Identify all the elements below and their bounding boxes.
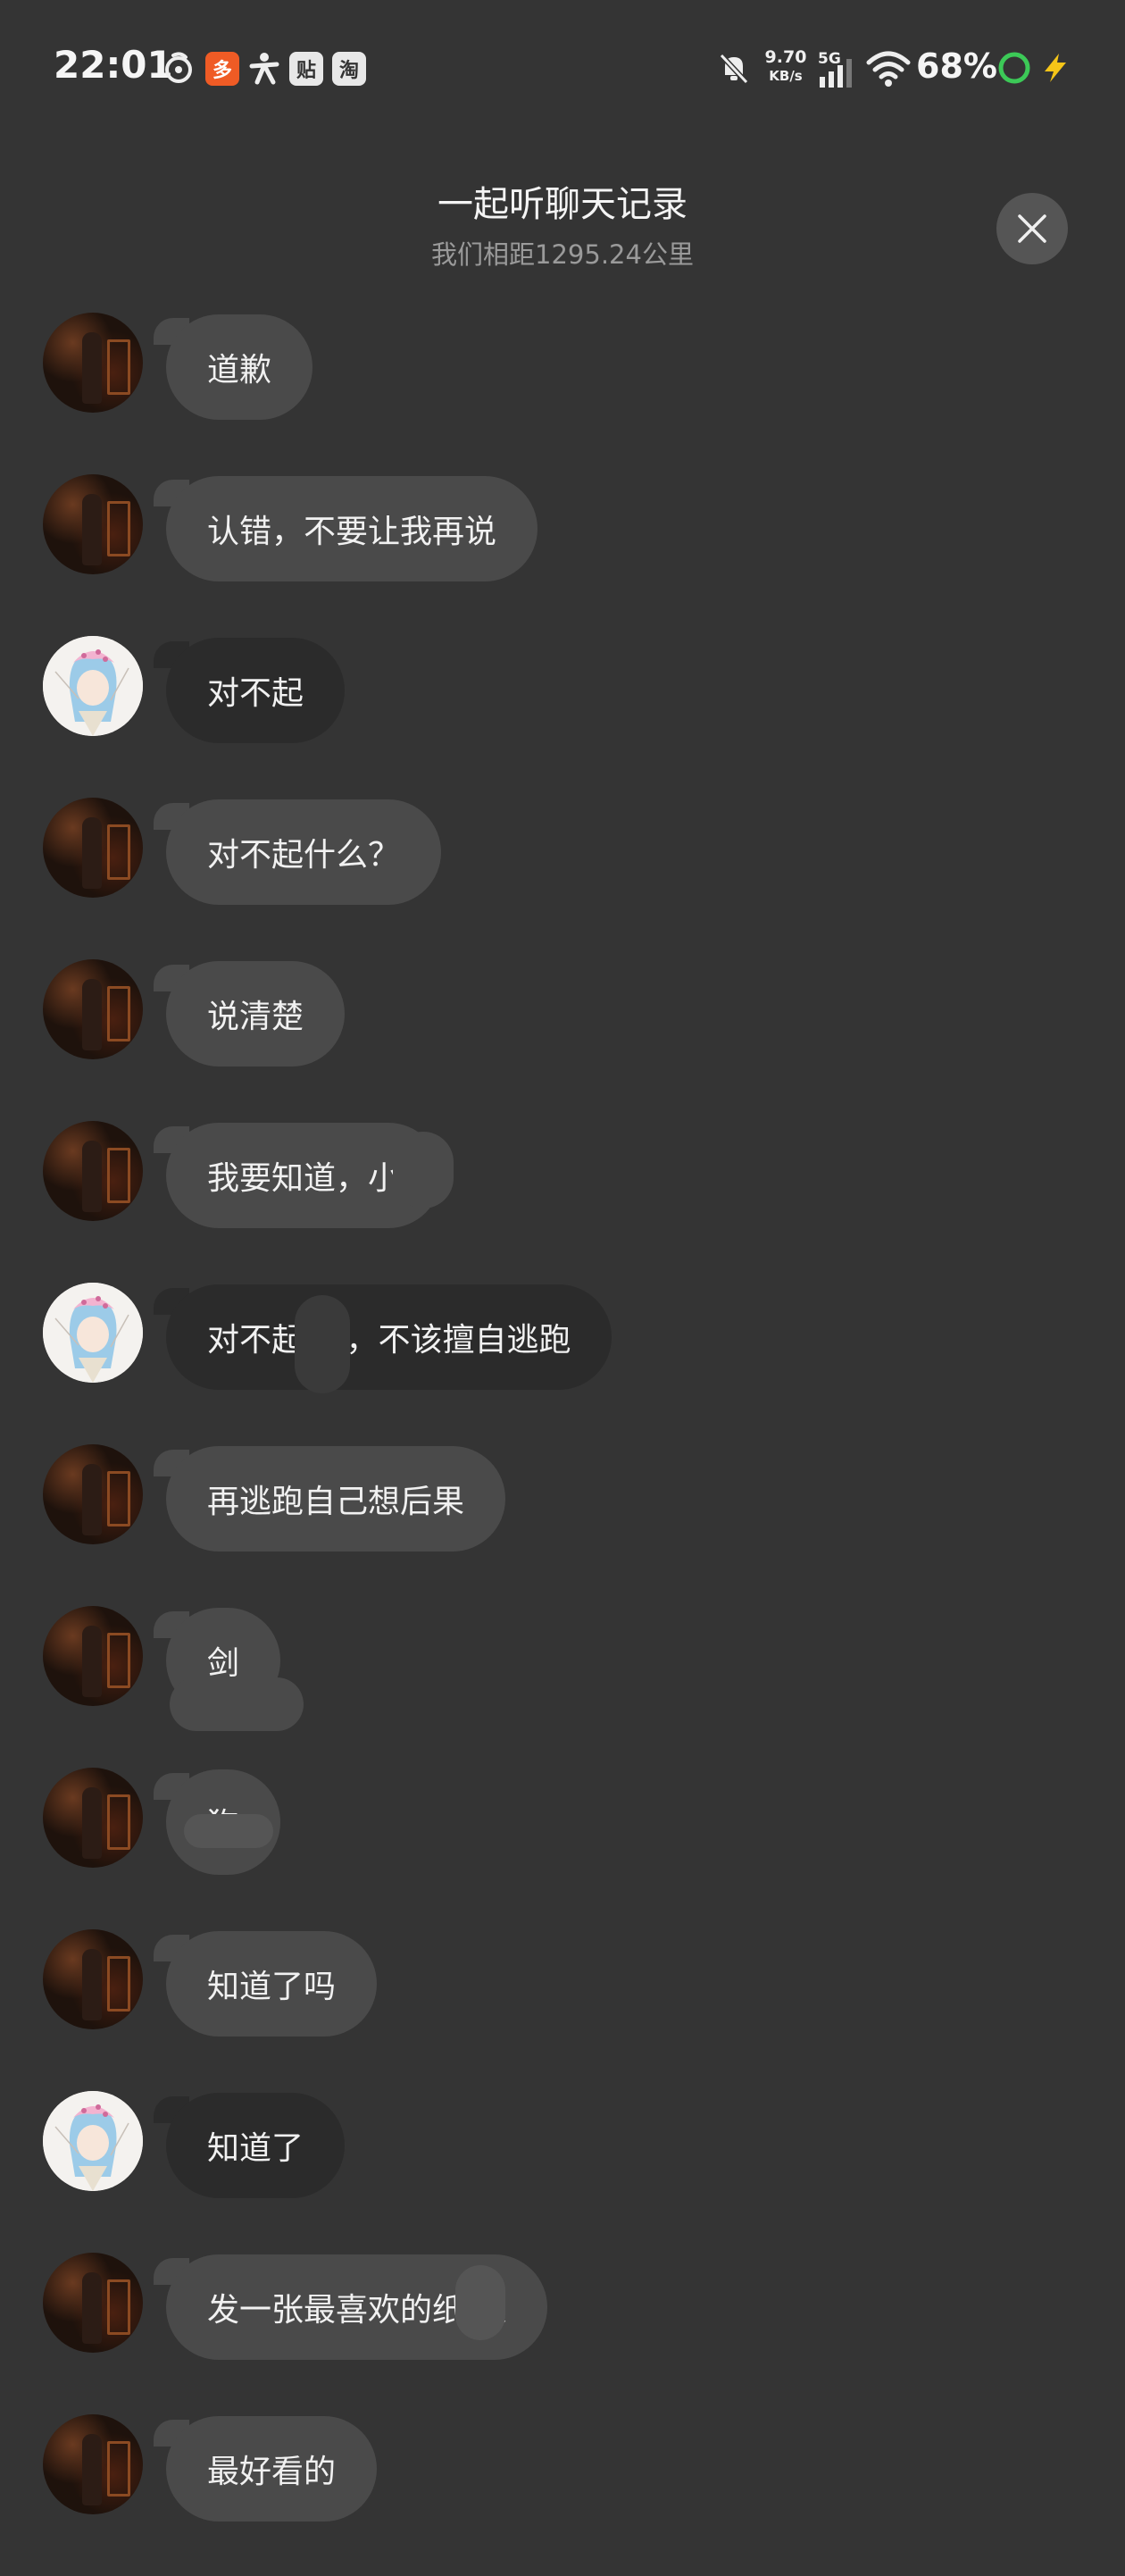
avatar-door [107,1633,130,1688]
my-message-bubble[interactable]: 对不起 人，不该擅自逃跑 [166,1284,612,1390]
my-avatar[interactable] [43,2091,143,2191]
partner-avatar[interactable] [43,2253,143,2353]
my-avatar[interactable] [43,1283,143,1383]
redaction-blot [295,1295,350,1393]
partner-message-bubble[interactable]: 认错，不要让我再说 [166,476,538,581]
avatar-door [107,501,130,556]
message-row: 最好看的 [0,2414,1125,2576]
avatar-door [107,1471,130,1526]
message-row: 认错，不要让我再说 [0,474,1125,636]
network-speed-value: 9.70 [764,47,807,67]
network-speed: 9.70 KB/s [763,48,808,86]
partner-avatar[interactable] [43,1929,143,2029]
partner-message-bubble[interactable]: 再逃跑自己想后果 [166,1446,506,1551]
avatar-figure [82,2434,102,2505]
message-row: 发一张最喜欢的纸 人 [0,2253,1125,2414]
my-avatar[interactable] [43,636,143,736]
redaction-blot [184,1814,273,1848]
taobao-icon: 淘 [332,52,366,86]
partner-avatar[interactable] [43,798,143,898]
close-icon [1018,214,1046,243]
app-orange-icon: 多 [205,52,239,86]
distance-subtitle: 我们相距1295.24公里 [431,239,694,270]
avatar-figure [82,2272,102,2344]
network-speed-unit: KB/s [769,68,803,84]
ring-icon [998,52,1030,84]
avatar-door [107,2441,130,2497]
partner-avatar[interactable] [43,2414,143,2514]
close-button[interactable] [996,193,1068,264]
avatar-figure [82,1141,102,1212]
charging-icon [1045,54,1066,82]
status-time: 22:01 [54,43,173,87]
partner-avatar[interactable] [43,1121,143,1221]
avatar-door [107,1956,130,2011]
person-app-icon [249,53,279,85]
partner-message-bubble[interactable]: 最好看的 [166,2416,378,2522]
redaction-blot [393,1132,454,1209]
partner-message-bubble[interactable]: 知道了吗 [166,1931,378,2037]
tieba-icon: 贴 [289,52,323,86]
message-row: 剑 [0,1606,1125,1768]
avatar-figure [82,494,102,565]
avatar-figure [82,1949,102,2020]
signal-icon [820,59,852,88]
message-row: 对不起 [0,636,1125,798]
partner-message-bubble[interactable]: 道歉 [166,314,313,420]
message-row: 说清楚 [0,959,1125,1121]
message-row: 对不起什么？ [0,798,1125,959]
message-row: 对不起 人，不该擅自逃跑 [0,1283,1125,1444]
partner-avatar[interactable] [43,474,143,574]
my-message-bubble[interactable]: 对不起 [166,638,346,743]
avatar-figure [82,979,102,1050]
mute-bell-icon [719,53,749,85]
avatar-figure [82,1787,102,1859]
avatar-figure [82,817,102,889]
page-title: 一起听聊天记录 [438,184,688,225]
message-row: 道歉 [0,313,1125,474]
anime-character-icon [43,2091,143,2191]
avatar-door [107,1148,130,1203]
anime-character-icon [43,636,143,736]
redaction-blot [455,2265,505,2340]
chat-history-list[interactable]: 道歉认错，不要让我再说 对不起对不起什么？ 说清楚我要知道，小 对不起 人，不该擅自逃… [0,313,1125,2576]
avatar-door [107,2279,130,2335]
avatar-figure [82,1626,102,1697]
my-message-bubble[interactable]: 知道了 [166,2093,346,2198]
status-bar: 22:01 多 贴 淘 9.70 KB/s 5G 68% [0,0,1125,134]
redaction-blot [170,1677,304,1731]
netease-music-icon [165,52,192,83]
partner-avatar[interactable] [43,959,143,1059]
message-row: 知道了吗 [0,1929,1125,2091]
anime-character-icon [43,1283,143,1383]
message-row: 再逃跑自己想后果 [0,1444,1125,1606]
avatar-door [107,339,130,395]
wifi-icon [866,51,911,87]
partner-avatar[interactable] [43,1606,143,1706]
partner-avatar[interactable] [43,1768,143,1868]
message-row: 狗 [0,1768,1125,1929]
partner-avatar[interactable] [43,313,143,413]
avatar-door [107,1794,130,1850]
avatar-figure [82,1464,102,1535]
partner-message-bubble[interactable]: 对不起什么？ [166,799,442,905]
avatar-door [107,986,130,1041]
battery-level: 68% [916,46,997,86]
message-row: 知道了 [0,2091,1125,2253]
partner-avatar[interactable] [43,1444,143,1544]
message-row: 我要知道，小 [0,1121,1125,1283]
avatar-door [107,824,130,880]
partner-message-bubble[interactable]: 说清楚 [166,961,346,1066]
avatar-figure [82,332,102,404]
